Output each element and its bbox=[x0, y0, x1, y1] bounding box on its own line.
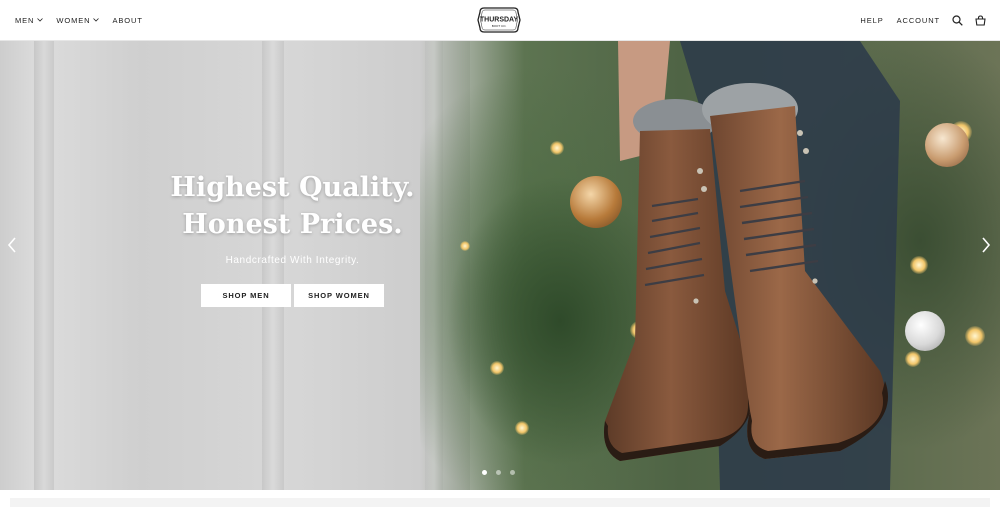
nav-about[interactable]: ABOUT bbox=[112, 16, 142, 25]
next-section-edge bbox=[10, 498, 990, 507]
headline-line-2: Honest Prices. bbox=[182, 209, 403, 240]
carousel-dot-3[interactable] bbox=[510, 470, 515, 475]
carousel-pagination bbox=[482, 470, 515, 475]
nav-women-label: WOMEN bbox=[56, 15, 91, 25]
carousel-prev-arrow-icon[interactable] bbox=[5, 236, 19, 254]
thursday-logo-mark: THURSDAY BOOT CO. bbox=[477, 7, 521, 33]
shop-men-button[interactable]: SHOP MEN bbox=[201, 284, 291, 307]
cart-icon[interactable] bbox=[974, 14, 986, 26]
svg-text:THURSDAY: THURSDAY bbox=[480, 17, 519, 24]
site-header: MEN WOMEN ABOUT THURSDAY BOOT CO. HELP A… bbox=[0, 0, 1000, 41]
nav-help-label: HELP bbox=[860, 15, 884, 25]
nav-men[interactable]: MEN bbox=[15, 15, 44, 25]
hero-copy: Highest Quality. Honest Prices. Handcraf… bbox=[160, 169, 425, 307]
primary-nav: MEN WOMEN ABOUT bbox=[15, 16, 156, 25]
hero-cta-group: SHOP MEN SHOP WOMEN bbox=[160, 284, 425, 307]
nav-help[interactable]: HELP bbox=[860, 16, 883, 25]
shop-women-button[interactable]: SHOP WOMEN bbox=[294, 284, 384, 307]
chevron-down-icon bbox=[93, 18, 100, 22]
nav-account[interactable]: ACCOUNT bbox=[897, 16, 940, 25]
nav-men-label: MEN bbox=[15, 15, 35, 25]
brand-logo[interactable]: THURSDAY BOOT CO. bbox=[476, 6, 522, 34]
carousel-dot-2[interactable] bbox=[496, 470, 501, 475]
search-icon[interactable] bbox=[951, 14, 963, 26]
hero-subhead: Handcrafted With Integrity. bbox=[225, 255, 360, 266]
nav-account-label: ACCOUNT bbox=[896, 15, 940, 25]
chevron-down-icon bbox=[37, 18, 44, 22]
nav-women[interactable]: WOMEN bbox=[56, 15, 100, 25]
hero-headline: Highest Quality. Honest Prices. bbox=[160, 169, 425, 243]
carousel-dot-1[interactable] bbox=[482, 470, 487, 475]
boots-image bbox=[604, 41, 900, 490]
hero-carousel: Highest Quality. Honest Prices. Handcraf… bbox=[0, 41, 1000, 490]
nav-about-label: ABOUT bbox=[112, 15, 143, 25]
headline-line-1: Highest Quality. bbox=[170, 172, 415, 203]
carousel-next-arrow-icon[interactable] bbox=[979, 236, 993, 254]
utility-nav: HELP ACCOUNT bbox=[847, 14, 986, 26]
wall-panel bbox=[34, 41, 54, 490]
svg-text:BOOT CO.: BOOT CO. bbox=[492, 24, 507, 28]
